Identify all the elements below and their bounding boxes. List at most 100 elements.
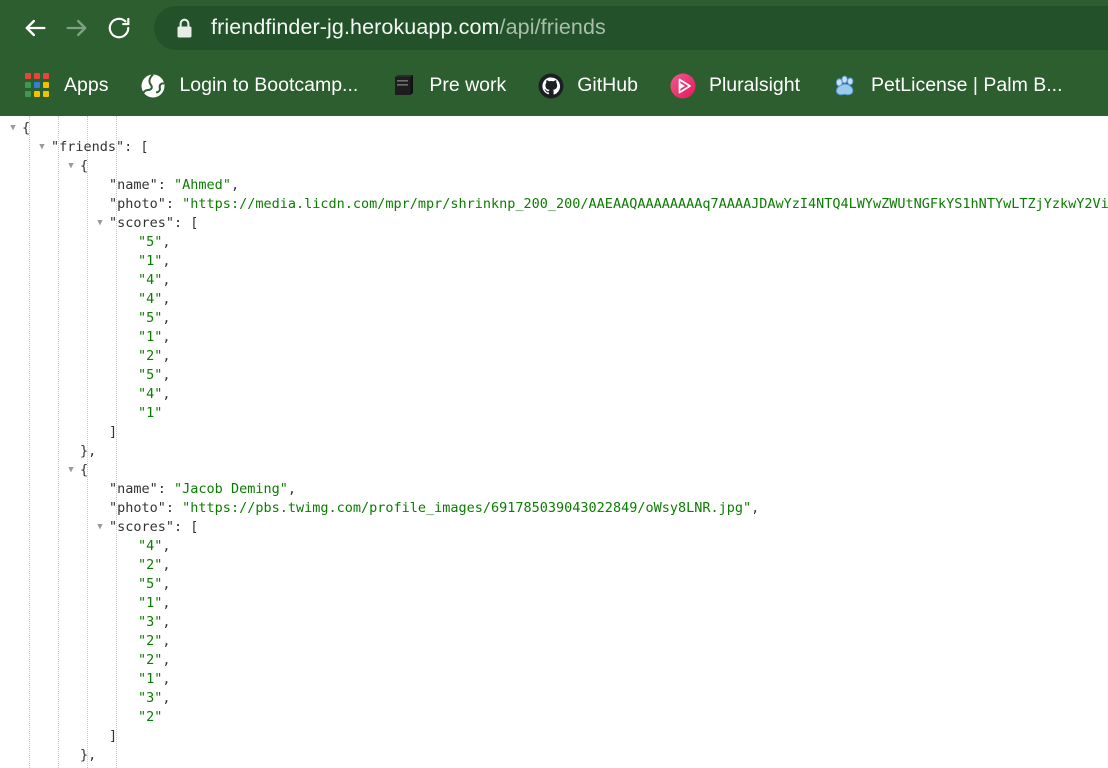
collapse-toggle-icon[interactable]: ▼: [7, 119, 19, 138]
reload-icon: [106, 15, 132, 41]
json-punctuation: ,: [162, 614, 171, 630]
browser-chrome: friendfinder-jg.herokuapp.com/api/friend…: [0, 0, 1108, 116]
json-line: "1",: [0, 670, 1108, 689]
collapse-toggle-icon[interactable]: ▼: [94, 214, 106, 233]
json-string-value: "4": [138, 291, 163, 307]
json-line: ▼ "scores": [: [0, 518, 1108, 537]
json-line-text: "1": [138, 404, 162, 423]
forward-button[interactable]: [56, 7, 98, 49]
json-line-text: "4",: [138, 537, 171, 556]
json-line: ]: [0, 727, 1108, 746]
json-line: "2": [0, 708, 1108, 727]
bookmark-login-to-bootcamp[interactable]: Login to Bootcamp...: [131, 67, 367, 105]
json-line-text: "5",: [138, 366, 171, 385]
json-line: ▼{: [0, 119, 1108, 138]
json-string-value: "2": [138, 557, 163, 573]
pluralsight-play-icon: [670, 73, 696, 99]
url-path: /api/friends: [499, 15, 606, 40]
bookmark-apps[interactable]: Apps: [16, 67, 117, 105]
bookmark-label: PetLicense | Palm B...: [871, 74, 1063, 97]
json-line-text: "2",: [138, 632, 171, 651]
bookmark-label: Apps: [64, 74, 109, 97]
json-line: "4",: [0, 385, 1108, 404]
json-punctuation: ,: [162, 671, 171, 687]
json-line-text: },: [80, 746, 96, 765]
collapse-toggle-icon[interactable]: ▼: [65, 157, 77, 176]
collapse-toggle-icon[interactable]: ▼: [65, 461, 77, 480]
json-line: ▼ "friends": [: [0, 138, 1108, 157]
json-line: "5",: [0, 366, 1108, 385]
json-line-text: "2": [138, 708, 162, 727]
json-punctuation: ]: [109, 728, 118, 744]
json-line: "1",: [0, 252, 1108, 271]
json-punctuation: ,: [162, 652, 171, 668]
json-line-text: "name": "Ahmed",: [109, 176, 239, 195]
json-string-value: "5": [138, 367, 163, 383]
json-line-text: "friends": [: [51, 138, 149, 157]
json-punctuation: :: [157, 481, 175, 497]
json-string-value: "3": [138, 690, 163, 706]
json-string-value: "4": [138, 538, 163, 554]
json-line-text: },: [80, 442, 96, 461]
json-line: "name": "Jacob Deming",: [0, 480, 1108, 499]
bookmark-petlicense[interactable]: PetLicense | Palm B...: [823, 67, 1072, 105]
json-string-value: "5": [138, 234, 163, 250]
json-punctuation: ,: [162, 348, 171, 364]
json-line-text: {: [80, 157, 88, 176]
back-button[interactable]: [14, 7, 56, 49]
json-line-text: "scores": [: [109, 518, 198, 537]
collapse-toggle-icon[interactable]: ▼: [36, 138, 48, 157]
json-punctuation: : [: [174, 519, 199, 535]
json-key: "name": [109, 481, 158, 497]
json-string-value: "1": [138, 405, 163, 421]
address-bar[interactable]: friendfinder-jg.herokuapp.com/api/friend…: [154, 6, 1108, 50]
json-punctuation: ,: [162, 576, 171, 592]
json-line-text: "4",: [138, 271, 171, 290]
json-punctuation: : [: [124, 139, 149, 155]
json-key: "scores": [109, 215, 175, 231]
json-string-value: "https://pbs.twimg.com/profile_images/69…: [182, 500, 752, 516]
bookmark-pluralsight[interactable]: Pluralsight: [661, 67, 809, 105]
reload-button[interactable]: [98, 7, 140, 49]
json-punctuation: : [: [174, 215, 199, 231]
json-punctuation: ,: [162, 633, 171, 649]
json-punctuation: {: [80, 158, 89, 174]
json-string-value: "2": [138, 633, 163, 649]
json-line-text: "2",: [138, 347, 171, 366]
json-punctuation: ,: [162, 538, 171, 554]
json-punctuation: ,: [162, 595, 171, 611]
json-key: "photo": [109, 196, 166, 212]
json-line: "1",: [0, 328, 1108, 347]
json-string-value: "5": [138, 576, 163, 592]
json-line-text: "4",: [138, 385, 171, 404]
arrow-right-icon: [63, 14, 91, 42]
collapse-toggle-icon[interactable]: ▼: [94, 518, 106, 537]
json-viewer-pane[interactable]: ▼{▼ "friends": [▼{"name": "Ahmed", "photo"…: [0, 116, 1108, 768]
json-line-text: "1",: [138, 670, 171, 689]
json-punctuation: ,: [162, 253, 171, 269]
github-icon: [538, 73, 564, 99]
bookmark-github[interactable]: GitHub: [529, 67, 647, 105]
json-line-text: "2",: [138, 556, 171, 575]
json-punctuation: ,: [162, 291, 171, 307]
json-line-text: "3",: [138, 613, 171, 632]
json-string-value: "1": [138, 329, 163, 345]
json-line: ▼{: [0, 157, 1108, 176]
json-string-value: "4": [138, 386, 163, 402]
json-line-text: "5",: [138, 233, 171, 252]
json-punctuation: ,: [162, 557, 171, 573]
json-punctuation: ,: [162, 329, 171, 345]
json-line: "1": [0, 404, 1108, 423]
globe-icon: [140, 73, 166, 99]
json-line: "1",: [0, 594, 1108, 613]
json-line: "photo": "https://media.licdn.com/mpr/mp…: [0, 195, 1108, 214]
json-string-value: "2": [138, 652, 163, 668]
json-key: "friends": [51, 139, 125, 155]
json-line-text: {: [80, 461, 88, 480]
json-line: ]: [0, 423, 1108, 442]
browser-toolbar: friendfinder-jg.herokuapp.com/api/friend…: [0, 0, 1108, 56]
address-bar-text: friendfinder-jg.herokuapp.com/api/friend…: [211, 17, 606, 39]
bookmark-pre-work[interactable]: Pre work: [381, 67, 515, 105]
json-line-text: ]: [109, 727, 117, 746]
json-string-value: "4": [138, 272, 163, 288]
